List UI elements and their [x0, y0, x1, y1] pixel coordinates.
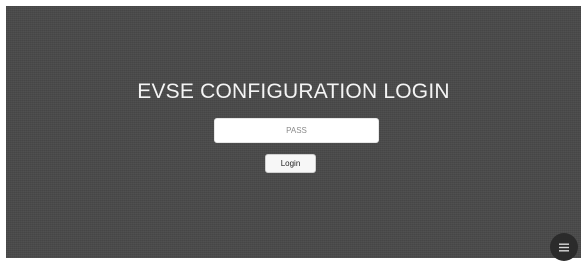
password-input[interactable]: [214, 118, 379, 143]
login-page-background: EVSE CONFIGURATION LOGIN Login: [6, 6, 581, 258]
login-button[interactable]: Login: [265, 154, 316, 173]
page-title: EVSE CONFIGURATION LOGIN: [137, 80, 450, 103]
hamburger-menu-icon: [559, 243, 569, 251]
menu-button[interactable]: [550, 233, 578, 261]
